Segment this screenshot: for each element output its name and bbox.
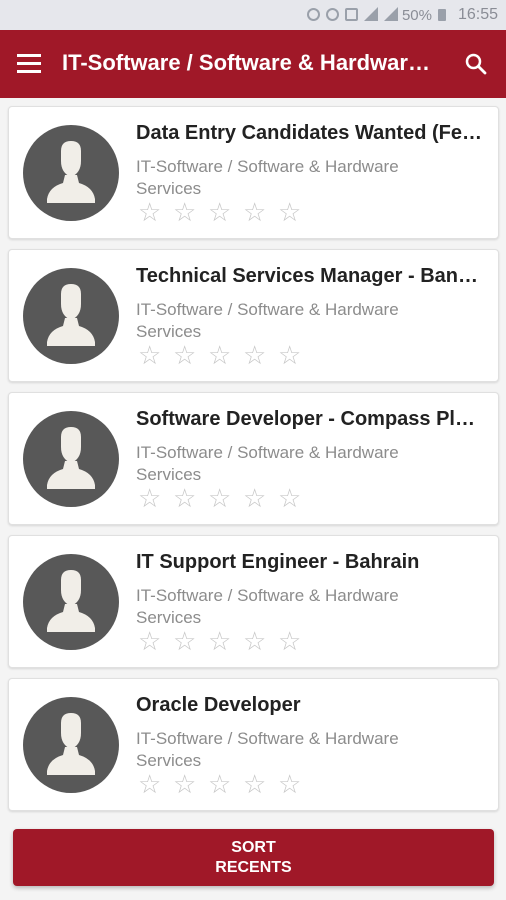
star-icon[interactable]: ☆	[173, 772, 199, 798]
alarm-icon	[307, 7, 320, 21]
star-icon[interactable]: ☆	[138, 629, 164, 655]
job-title: Oracle Developer	[136, 694, 301, 716]
avatar-icon	[23, 125, 119, 221]
star-icon[interactable]: ☆	[173, 486, 199, 512]
star-icon[interactable]: ☆	[173, 200, 199, 226]
star-icon[interactable]: ☆	[138, 772, 164, 798]
star-icon[interactable]: ☆	[278, 486, 304, 512]
job-category: IT-Software / Software & Hardware Servic…	[136, 300, 399, 341]
star-rating[interactable]: ☆ ☆ ☆ ☆ ☆	[138, 629, 313, 655]
star-icon[interactable]: ☆	[208, 343, 234, 369]
star-icon[interactable]: ☆	[138, 343, 164, 369]
star-icon[interactable]: ☆	[278, 200, 304, 226]
status-bar: 50% 16:55	[0, 0, 506, 30]
star-icon[interactable]: ☆	[243, 629, 269, 655]
job-title: Data Entry Candidates Wanted (Fe…	[136, 122, 482, 144]
star-icon[interactable]: ☆	[138, 200, 164, 226]
star-rating[interactable]: ☆ ☆ ☆ ☆ ☆	[138, 486, 313, 512]
page-title: IT-Software / Software & Hardware Servic…	[62, 50, 434, 75]
app-bar: IT-Software / Software & Hardware Servic…	[0, 30, 506, 98]
signal-icon	[364, 7, 378, 21]
sim-icon	[345, 7, 358, 21]
avatar-icon	[23, 697, 119, 793]
star-icon[interactable]: ☆	[208, 200, 234, 226]
job-card[interactable]: Software Developer - Compass Pl… IT-Softw…	[8, 392, 499, 525]
sort-button-label: SORT	[231, 839, 276, 856]
avatar-icon	[23, 554, 119, 650]
status-icons	[307, 7, 398, 21]
star-rating[interactable]: ☆ ☆ ☆ ☆ ☆	[138, 200, 313, 226]
star-icon[interactable]: ☆	[278, 629, 304, 655]
star-rating[interactable]: ☆ ☆ ☆ ☆ ☆	[138, 772, 313, 798]
job-card[interactable]: Technical Services Manager - Ban… IT-Soft…	[8, 249, 499, 382]
star-icon[interactable]: ☆	[243, 772, 269, 798]
sort-button-sublabel: RECENTS	[215, 859, 292, 876]
star-icon[interactable]: ☆	[138, 486, 164, 512]
wifi-icon	[326, 7, 339, 21]
star-icon[interactable]: ☆	[243, 200, 269, 226]
sort-recents-button[interactable]: SORT RECENTS	[13, 829, 494, 886]
search-icon[interactable]	[464, 52, 488, 76]
job-category: IT-Software / Software & Hardware Servic…	[136, 586, 399, 627]
job-category: IT-Software / Software & Hardware Servic…	[136, 729, 399, 770]
star-icon[interactable]: ☆	[208, 486, 234, 512]
battery-percent: 50%	[401, 7, 432, 24]
star-icon[interactable]: ☆	[173, 343, 199, 369]
job-card[interactable]: Data Entry Candidates Wanted (Fe… IT-Soft…	[8, 106, 499, 239]
job-title: IT Support Engineer - Bahrain	[136, 551, 420, 573]
menu-icon[interactable]	[17, 54, 41, 74]
star-icon[interactable]: ☆	[243, 343, 269, 369]
star-rating[interactable]: ☆ ☆ ☆ ☆ ☆	[138, 343, 313, 369]
job-category: IT-Software / Software & Hardware Servic…	[136, 157, 399, 198]
battery-icon	[438, 9, 446, 21]
job-list: Data Entry Candidates Wanted (Fe… IT-Soft…	[8, 106, 499, 821]
star-icon[interactable]: ☆	[243, 486, 269, 512]
job-card[interactable]: IT Support Engineer - Bahrain IT-Software…	[8, 535, 499, 668]
job-category: IT-Software / Software & Hardware Servic…	[136, 443, 399, 484]
clock: 16:55	[457, 6, 498, 23]
star-icon[interactable]: ☆	[278, 343, 304, 369]
job-card[interactable]: Oracle Developer IT-Software / Software &…	[8, 678, 499, 811]
star-icon[interactable]: ☆	[208, 629, 234, 655]
star-icon[interactable]: ☆	[173, 629, 199, 655]
avatar-icon	[23, 411, 119, 507]
job-title: Software Developer - Compass Pl…	[136, 408, 475, 430]
star-icon[interactable]: ☆	[278, 772, 304, 798]
avatar-icon	[23, 268, 119, 364]
job-title: Technical Services Manager - Ban…	[136, 265, 478, 287]
star-icon[interactable]: ☆	[208, 772, 234, 798]
signal-icon	[384, 7, 398, 21]
